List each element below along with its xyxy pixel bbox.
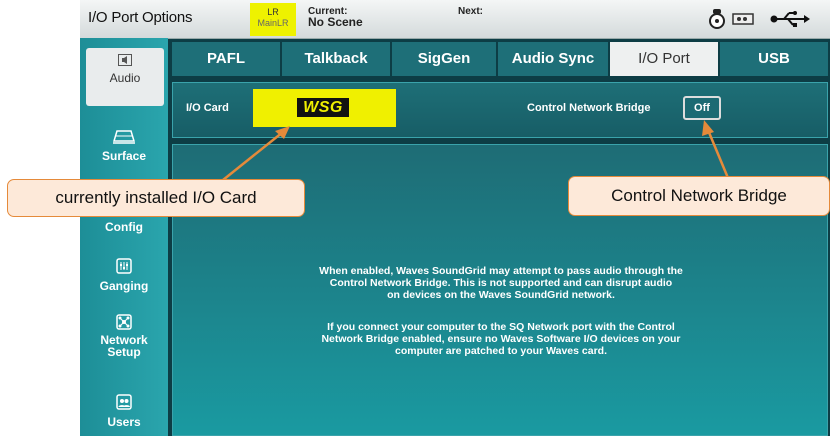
callout-io-card: currently installed I/O Card: [7, 179, 305, 217]
callout-arrow-cnb: [702, 120, 730, 179]
callout-control-network-bridge: Control Network Bridge: [568, 176, 830, 216]
callout-arrows: [222, 120, 730, 181]
callout-arrow-io-card: [222, 126, 290, 181]
